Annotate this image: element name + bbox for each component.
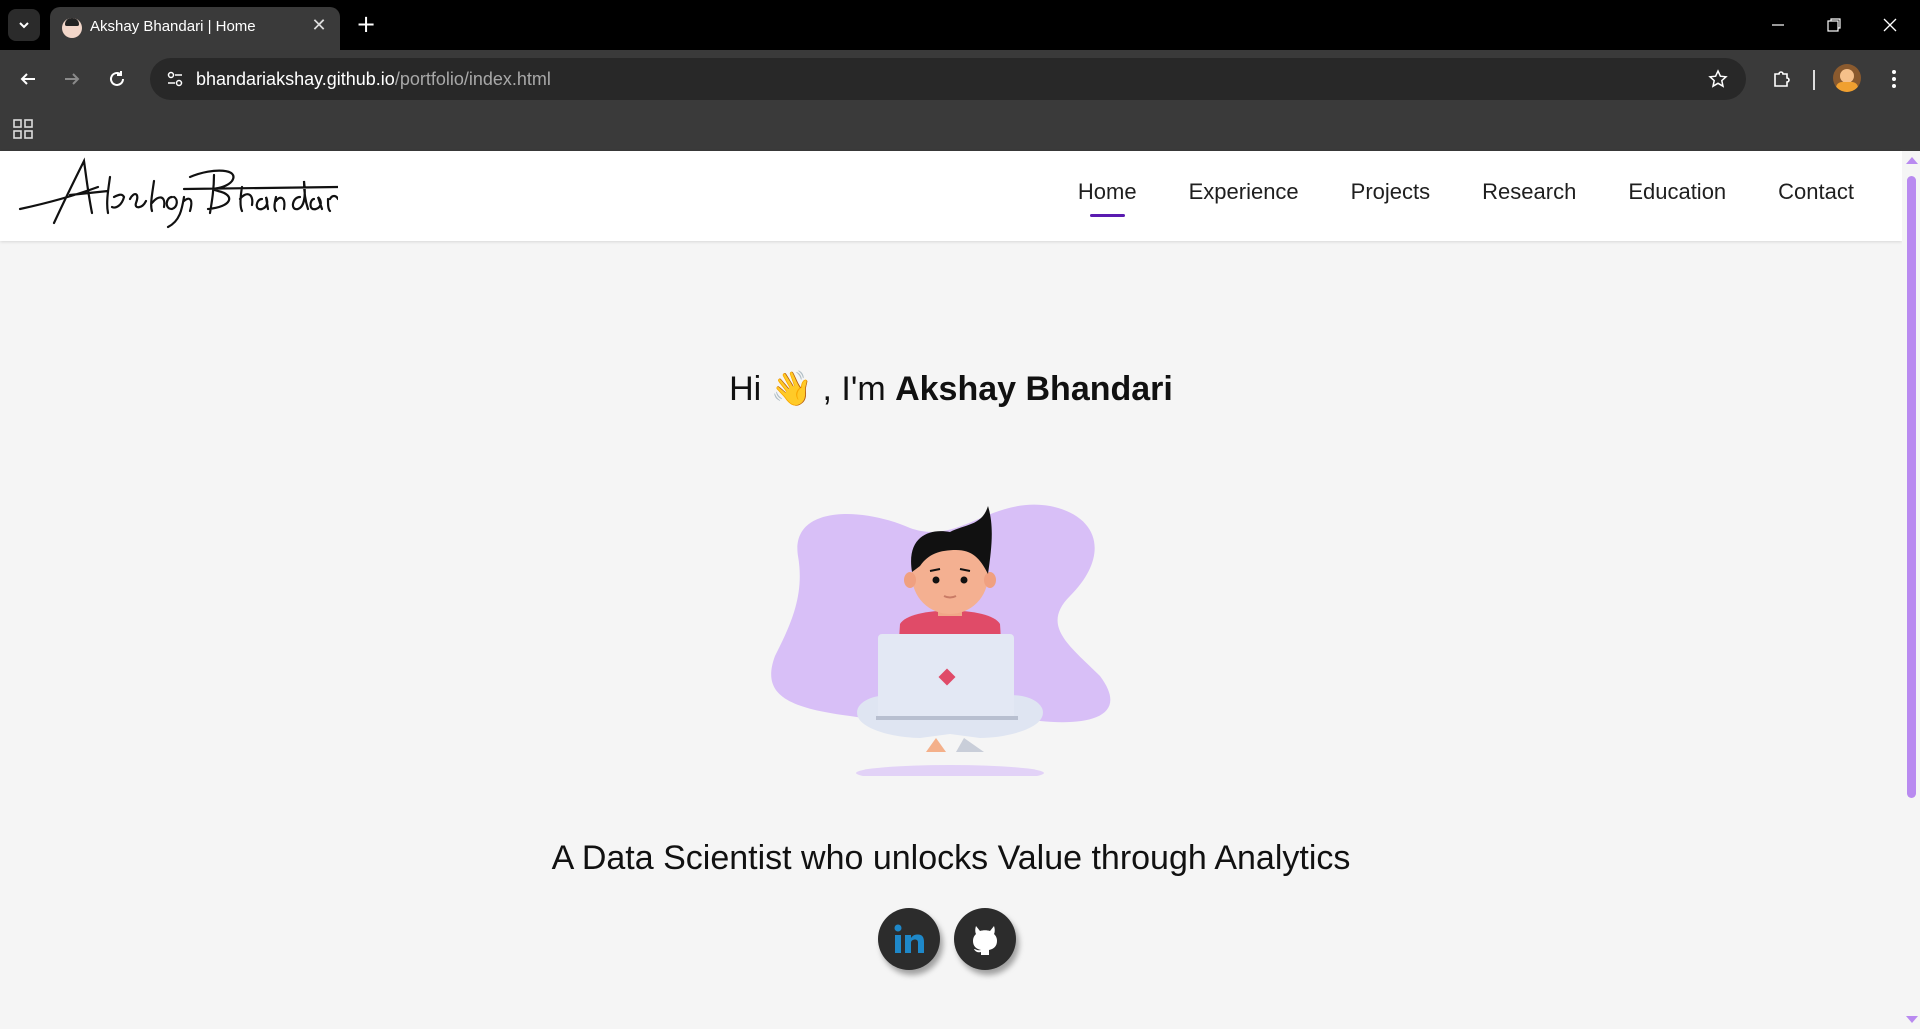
- toolbar-separator: [1813, 70, 1815, 90]
- developer-illustration: [771, 504, 1111, 776]
- close-icon: [1883, 18, 1897, 32]
- site-header: Home Experience Projects Research Educat…: [0, 151, 1902, 241]
- browser-menu-button[interactable]: [1878, 63, 1910, 95]
- reload-button[interactable]: [101, 63, 133, 95]
- chevron-down-icon: [19, 22, 29, 29]
- puzzle-icon: [1774, 71, 1790, 87]
- close-window-button[interactable]: [1862, 0, 1918, 50]
- arrow-left-icon: [20, 73, 35, 85]
- waving-hand-icon: 👋: [770, 370, 814, 408]
- greeting-middle: , I'm: [822, 370, 886, 408]
- apps-grid-icon[interactable]: [12, 117, 36, 141]
- arrow-right-icon: [65, 73, 80, 85]
- web-page: Home Experience Projects Research Educat…: [0, 151, 1902, 1029]
- nav-experience[interactable]: Experience: [1189, 179, 1299, 205]
- site-info-icon[interactable]: [160, 64, 190, 94]
- hero-name: Akshay Bhandari: [895, 370, 1173, 408]
- tab-title: Akshay Bhandari | Home: [90, 18, 256, 35]
- nav-education[interactable]: Education: [1628, 179, 1726, 205]
- forward-button[interactable]: [56, 63, 88, 95]
- restore-icon: [1827, 18, 1841, 32]
- scroll-up-arrow-icon[interactable]: [1906, 157, 1918, 164]
- minimize-icon: [1772, 24, 1784, 26]
- tab-search-button[interactable]: [8, 9, 40, 41]
- close-tab-icon[interactable]: ✕: [308, 15, 330, 37]
- url-path: /portfolio/index.html: [394, 69, 551, 89]
- browser-toolbar: bhandariakshay.github.io/portfolio/index…: [0, 50, 1920, 108]
- more-vert-icon: [1892, 70, 1896, 88]
- page-scrollbar[interactable]: [1902, 151, 1920, 1029]
- linkedin-icon: [894, 924, 924, 953]
- profile-avatar[interactable]: [1833, 64, 1861, 92]
- restore-button[interactable]: [1806, 0, 1862, 50]
- github-icon: [973, 926, 997, 955]
- nav-research[interactable]: Research: [1482, 179, 1576, 205]
- social-links: [878, 908, 1016, 970]
- greeting-prefix: Hi: [729, 370, 762, 408]
- nav-projects[interactable]: Projects: [1351, 179, 1430, 205]
- nav-contact[interactable]: Contact: [1778, 179, 1854, 205]
- bookmarks-bar: [0, 108, 1920, 151]
- github-button[interactable]: [954, 908, 1016, 970]
- favicon-icon: [62, 18, 82, 38]
- reload-icon: [110, 71, 124, 86]
- browser-tab-bar: Akshay Bhandari | Home ✕ +: [0, 0, 1920, 50]
- minimize-button[interactable]: [1750, 0, 1806, 50]
- new-tab-button[interactable]: +: [352, 10, 380, 38]
- url-host: bhandariakshay.github.io: [196, 69, 395, 89]
- address-bar[interactable]: bhandariakshay.github.io/portfolio/index…: [150, 58, 1746, 100]
- linkedin-button[interactable]: [878, 908, 940, 970]
- scrollbar-thumb[interactable]: [1907, 176, 1916, 798]
- nav-home[interactable]: Home: [1078, 179, 1137, 217]
- scroll-down-arrow-icon[interactable]: [1906, 1016, 1918, 1023]
- main-nav: Home Experience Projects Research Educat…: [1078, 179, 1854, 217]
- hero-greeting: Hi 👋 , I'm Akshay Bhandari: [0, 369, 1902, 409]
- extensions-button[interactable]: [1766, 63, 1798, 95]
- back-button[interactable]: [12, 63, 44, 95]
- hero-tagline: A Data Scientist who unlocks Value throu…: [551, 839, 1351, 877]
- signature-logo[interactable]: [18, 157, 338, 229]
- url-text: bhandariakshay.github.io/portfolio/index…: [196, 69, 551, 90]
- browser-tab[interactable]: Akshay Bhandari | Home ✕: [50, 7, 340, 50]
- bookmark-star-icon[interactable]: [1704, 65, 1732, 93]
